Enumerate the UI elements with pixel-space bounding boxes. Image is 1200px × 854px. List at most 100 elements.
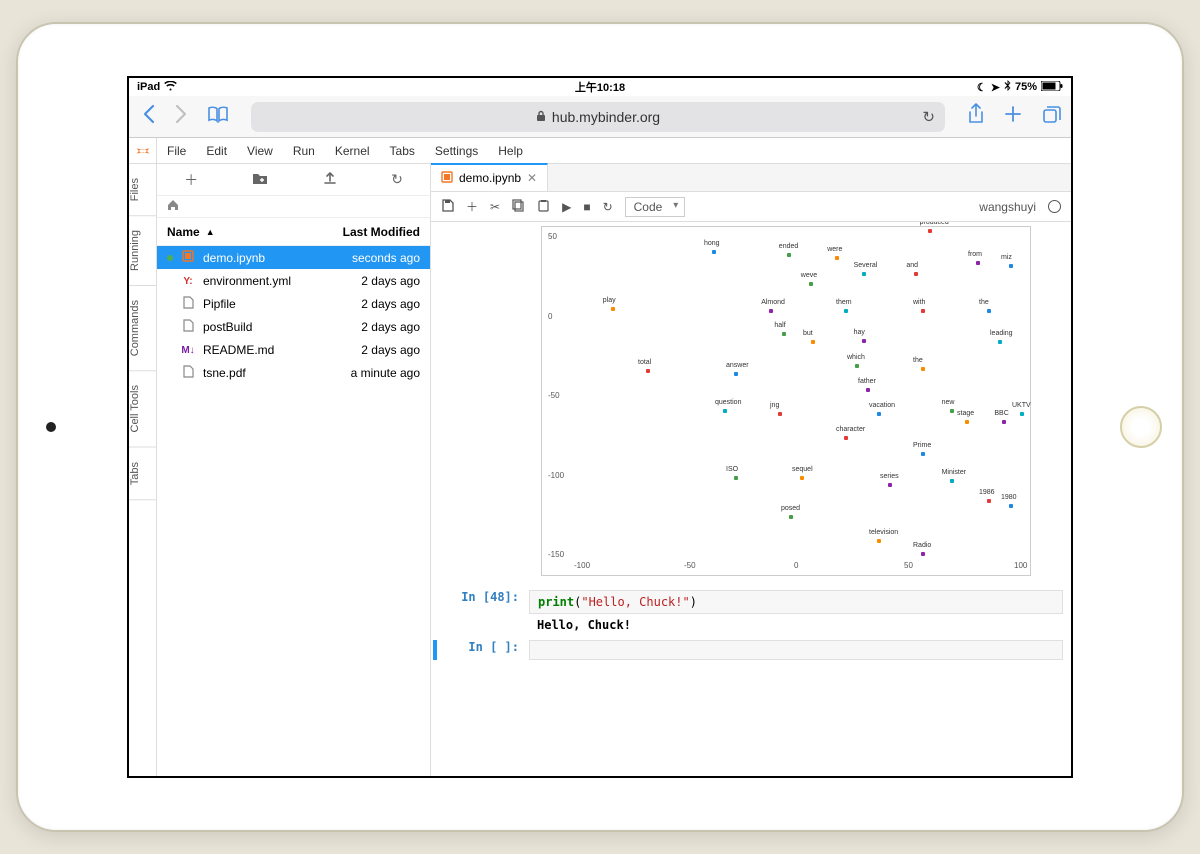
share-icon[interactable] [967,103,985,131]
file-row[interactable]: Pipfile2 days ago [157,292,430,315]
plot-label: Minister [942,469,967,476]
clock: 上午10:18 [575,79,625,95]
refresh-icon[interactable]: ↻ [391,171,403,188]
code-input[interactable]: print("Hello, Chuck!") [529,590,1063,614]
x-tick: 50 [904,561,913,570]
back-button[interactable] [139,104,157,130]
menu-edit[interactable]: Edit [196,144,237,158]
save-icon[interactable] [441,199,454,215]
file-row[interactable]: tsne.pdfa minute ago [157,361,430,384]
tab-celltools[interactable]: Cell Tools [129,371,156,448]
filebrowser-header: Name ▲ Last Modified [157,218,430,246]
tab-tabs[interactable]: Tabs [129,448,156,500]
plot-point [877,539,881,543]
tab-files[interactable]: Files [129,164,156,216]
battery-text: 75% [1015,81,1037,93]
tab-running[interactable]: Running [129,216,156,286]
plot-point [712,250,716,254]
file-row[interactable]: demo.ipynbseconds ago [157,246,430,269]
file-icon [181,365,195,381]
plot-label: play [603,297,616,304]
sort-asc-icon[interactable]: ▲ [206,227,215,237]
plot-point [789,515,793,519]
plot-label: jng [770,402,779,409]
plot-point [855,364,859,368]
plot-label: posed [781,505,800,512]
tsne-scatter-plot: producedhongendedwerefromSeveralandmizwe… [541,226,1031,576]
code-cell-48[interactable]: In [48]: print("Hello, Chuck!") Hello, C… [439,590,1063,636]
plot-point [800,476,804,480]
col-modified[interactable]: Last Modified [310,225,420,239]
plot-label: 1986 [979,489,995,496]
plot-label: Several [854,262,878,269]
home-icon[interactable] [167,199,179,214]
notebook-content[interactable]: producedhongendedwerefromSeveralandmizwe… [431,222,1071,776]
menu-help[interactable]: Help [488,144,533,158]
plot-point [809,282,813,286]
plot-label: character [836,426,865,433]
x-tick: -100 [574,561,590,570]
main-panel: demo.ipynb ✕ ＋ ✂ ▶ ■ ↻ Code [431,164,1071,776]
forward-button[interactable] [173,104,191,130]
location-icon: ➤ [991,81,1000,94]
new-folder-icon[interactable] [252,171,268,188]
plot-point [811,340,815,344]
upload-icon[interactable] [323,171,337,188]
menu-file[interactable]: File [157,144,196,158]
breadcrumb[interactable] [157,196,430,218]
screen: iPad 上午10:18 ☾ ➤ 75% [127,76,1073,778]
plot-label: UKTV [1012,402,1031,409]
plot-point [987,309,991,313]
code-input[interactable] [529,640,1063,660]
plot-label: them [836,299,852,306]
new-tab-icon[interactable] [1003,104,1023,130]
file-row[interactable]: Y:environment.yml2 days ago [157,269,430,292]
cut-icon[interactable]: ✂ [490,200,500,214]
col-name[interactable]: Name [167,225,200,239]
plot-point [844,309,848,313]
plot-label: leading [990,330,1013,337]
plot-point [844,436,848,440]
plot-point [921,309,925,313]
notebook-icon [441,171,453,186]
stop-icon[interactable]: ■ [583,200,590,214]
paste-icon[interactable] [537,199,550,215]
menu-tabs[interactable]: Tabs [380,144,425,158]
copy-icon[interactable] [512,199,525,215]
menu-kernel[interactable]: Kernel [325,144,380,158]
new-launcher-icon[interactable]: ＋ [184,170,198,190]
doc-tab-demo[interactable]: demo.ipynb ✕ [431,163,548,191]
restart-icon[interactable]: ↻ [603,200,613,214]
tabs-icon[interactable] [1041,104,1061,130]
plot-label: half [774,322,785,329]
bookmarks-icon[interactable] [207,105,229,129]
plot-label: but [803,330,813,337]
menu-settings[interactable]: Settings [425,144,488,158]
doc-tab-title: demo.ipynb [459,171,521,185]
plot-point [778,412,782,416]
url-bar[interactable]: hub.mybinder.org ↻ [251,102,945,132]
celltype-select[interactable]: Code [625,197,686,217]
run-icon[interactable]: ▶ [562,200,571,214]
plot-point [965,420,969,424]
wifi-icon [164,81,177,94]
close-icon[interactable]: ✕ [527,171,537,185]
tab-commands[interactable]: Commands [129,286,156,371]
x-tick: 100 [1014,561,1027,570]
notebook-toolbar: ＋ ✂ ▶ ■ ↻ Code wangshuyi [431,192,1071,222]
menu-view[interactable]: View [237,144,283,158]
plot-point [888,483,892,487]
cell-prompt: In [48]: [461,590,519,604]
add-cell-icon[interactable]: ＋ [466,198,478,215]
reload-icon[interactable]: ↻ [922,108,935,126]
home-button[interactable] [1120,406,1162,448]
menu-run[interactable]: Run [283,144,325,158]
plot-point [866,388,870,392]
ios-status-bar: iPad 上午10:18 ☾ ➤ 75% [129,78,1071,96]
plot-point [787,253,791,257]
file-row[interactable]: M↓README.md2 days ago [157,338,430,361]
file-row[interactable]: postBuild2 days ago [157,315,430,338]
y-tick: -150 [548,550,564,559]
plot-point [1009,504,1013,508]
code-cell-empty[interactable]: In [ ]: [433,640,1063,660]
